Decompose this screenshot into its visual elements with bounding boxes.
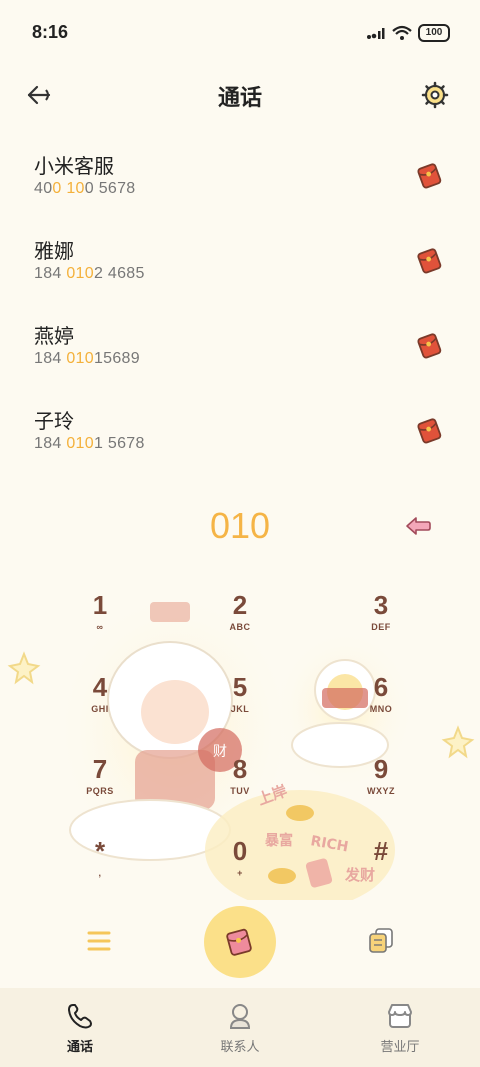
nav-calls[interactable]: 通话 — [0, 988, 160, 1067]
red-envelope-call-icon[interactable] — [414, 415, 444, 445]
contact-row[interactable]: 小米客服 400 100 5678 — [0, 132, 480, 217]
menu-icon[interactable] — [84, 926, 114, 956]
status-bar: 8:16 100 — [0, 0, 480, 66]
page-title: 通话 — [217, 86, 262, 111]
contact-number: 184 0102 4685 — [34, 265, 145, 282]
call-button[interactable] — [204, 906, 276, 978]
key-6[interactable]: 6 MNO — [341, 672, 421, 742]
key-hash[interactable]: # — [341, 836, 421, 906]
red-envelope-call-icon[interactable] — [414, 245, 444, 275]
nav-calls-label: 通话 — [66, 1040, 93, 1055]
key-8[interactable]: 8 TUV — [200, 754, 280, 824]
contact-number: 184 01015689 — [34, 350, 140, 367]
key-7[interactable]: 7 PQRS — [60, 754, 140, 824]
contact-row[interactable]: 雅娜 184 0102 4685 — [0, 217, 480, 302]
key-4[interactable]: 4 GHI — [60, 672, 140, 742]
app-header: 通话 — [0, 66, 480, 124]
key-star[interactable]: *, — [60, 836, 140, 906]
backspace-icon[interactable] — [404, 512, 432, 540]
contact-name: 子玲 — [34, 409, 74, 433]
key-5[interactable]: 5 JKL — [200, 672, 280, 742]
nav-contacts-label: 联系人 — [220, 1040, 260, 1055]
person-icon — [229, 1004, 251, 1029]
voicemail-icon: ∞ — [96, 622, 104, 632]
gear-icon[interactable] — [420, 80, 450, 110]
contact-number: 400 100 5678 — [34, 180, 136, 197]
battery-icon: 100 — [418, 24, 450, 42]
key-9[interactable]: 9 WXYZ — [341, 754, 421, 824]
nav-contacts[interactable]: 联系人 — [160, 988, 320, 1067]
contact-name: 燕婷 — [34, 324, 74, 348]
signal-icon — [367, 28, 385, 39]
key-1[interactable]: 1 ∞ — [60, 590, 140, 660]
key-3[interactable]: 3 DEF — [341, 590, 421, 660]
red-envelope-call-icon[interactable] — [414, 160, 444, 190]
red-envelope-icon — [226, 928, 252, 956]
bottom-nav: 通话 联系人 营业厅 — [0, 988, 480, 1067]
key-2[interactable]: 2 ABC — [200, 590, 280, 660]
contact-row[interactable]: 燕婷 184 01015689 — [0, 302, 480, 387]
contact-name: 小米客服 — [34, 154, 114, 178]
store-icon — [388, 1004, 412, 1028]
contact-name: 雅娜 — [34, 239, 74, 263]
nav-store-label: 营业厅 — [380, 1040, 420, 1055]
contact-row[interactable]: 子玲 184 0101 5678 — [0, 387, 480, 472]
key-0[interactable]: 0 + — [200, 836, 280, 906]
wifi-icon — [392, 25, 412, 40]
phone-icon — [68, 1004, 92, 1029]
dial-keypad: 1 ∞ 2 ABC 3 DEF 4 GHI 5 JKL 6 MNO 7 PQRS 8 TUV 9… — [0, 590, 480, 890]
cards-icon[interactable] — [366, 925, 396, 955]
status-icons: 100 — [366, 24, 450, 42]
status-time: 8:16 — [32, 22, 69, 42]
contact-number: 184 0101 5678 — [34, 435, 145, 452]
contact-suggestion-list: 小米客服 400 100 5678 雅娜 184 0102 4685 燕婷 18… — [0, 132, 480, 472]
red-envelope-call-icon[interactable] — [414, 330, 444, 360]
nav-store[interactable]: 营业厅 — [320, 988, 480, 1067]
